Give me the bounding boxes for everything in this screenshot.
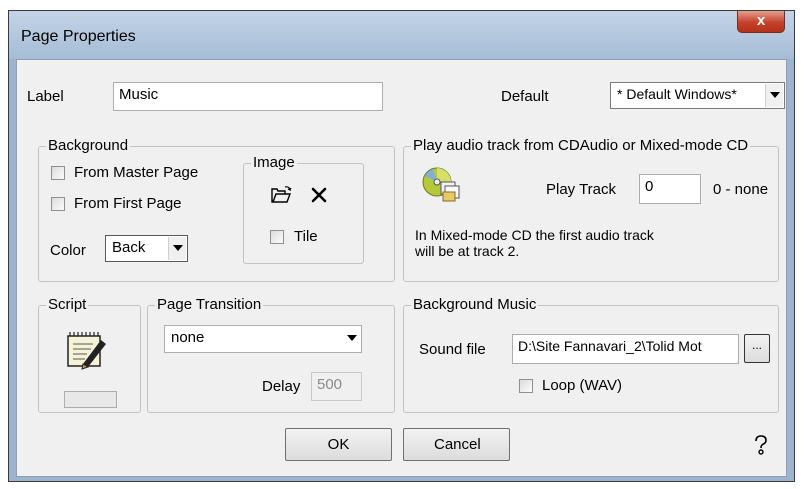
transition-select[interactable]: none (164, 325, 362, 353)
script-group: Script (38, 296, 141, 413)
background-group: Background From Master Page From First P… (38, 137, 395, 282)
play-track-hint: 0 - none (713, 181, 769, 198)
mixed-mode-note-line1: In Mixed-mode CD the first audio track (415, 227, 654, 243)
cancel-button[interactable]: Cancel (403, 428, 510, 461)
from-master-page-checkbox[interactable] (51, 166, 65, 180)
default-caption: Default (501, 88, 549, 105)
transition-value: none (171, 329, 205, 346)
play-track-input[interactable]: 0 (639, 174, 701, 204)
transition-dropdown-button[interactable] (343, 327, 360, 351)
help-button[interactable] (753, 435, 769, 455)
default-window-select[interactable]: * Default Windows* (610, 82, 785, 109)
image-group-title: Image (251, 154, 297, 171)
play-track-caption: Play Track (546, 181, 617, 198)
script-group-title: Script (46, 296, 89, 313)
sound-file-caption: Sound file (419, 341, 486, 358)
loop-wav-label: Loop (WAV) (542, 377, 623, 394)
window-title: Page Properties (21, 28, 136, 45)
background-music-group: Background Music Sound file D:\Site Fann… (403, 296, 779, 413)
loop-wav-checkbox[interactable] (519, 379, 533, 393)
color-select[interactable]: Back (105, 235, 188, 262)
close-icon: x (756, 12, 766, 29)
from-first-page-checkbox[interactable] (51, 197, 65, 211)
tile-checkbox[interactable] (270, 230, 284, 244)
color-caption: Color (50, 242, 86, 259)
chevron-down-icon (347, 335, 357, 341)
page-transition-group: Page Transition none Delay 500 (147, 296, 395, 413)
cd-audio-group: Play audio track from CDAudio or Mixed-m… (403, 137, 779, 282)
cd-audio-group-title: Play audio track from CDAudio or Mixed-m… (411, 137, 751, 154)
from-master-page-label: From Master Page (74, 164, 199, 181)
default-window-dropdown-button[interactable] (765, 84, 783, 107)
image-group: Image Tile (243, 154, 364, 264)
script-edit-button[interactable] (64, 391, 117, 408)
sound-file-input[interactable]: D:\Site Fannavari_2\Tolid Mot (512, 334, 739, 364)
chevron-down-icon (770, 92, 780, 98)
color-value: Back (112, 239, 146, 256)
delay-input[interactable]: 500 (311, 372, 362, 401)
from-first-page-label: From First Page (74, 195, 182, 212)
mixed-mode-note-line2: will be at track 2. (415, 243, 520, 259)
dialog-client-area: Label Music Default * Default Windows* B… (16, 59, 787, 477)
close-button[interactable]: x (737, 11, 785, 33)
title-bar[interactable]: Page Properties x (9, 11, 794, 59)
help-icon (755, 435, 767, 455)
color-dropdown-button[interactable] (168, 237, 186, 260)
background-group-title: Background (46, 137, 131, 154)
tile-label: Tile (294, 228, 318, 245)
page-properties-dialog: Page Properties x Label Music Default * … (8, 10, 795, 482)
page-transition-group-title: Page Transition (155, 296, 264, 313)
default-window-value: * Default Windows* (617, 86, 737, 102)
ok-button[interactable]: OK (285, 428, 392, 461)
delay-caption: Delay (262, 378, 301, 395)
script-notepad-icon[interactable] (65, 330, 109, 370)
label-input[interactable]: Music (113, 82, 383, 111)
open-folder-icon[interactable] (270, 186, 292, 204)
browse-sound-file-button[interactable]: ... (744, 334, 770, 363)
background-music-group-title: Background Music (411, 296, 539, 313)
delete-x-icon[interactable] (310, 186, 328, 204)
label-caption: Label (27, 88, 64, 105)
chevron-down-icon (173, 245, 183, 251)
cd-icon (421, 166, 461, 204)
